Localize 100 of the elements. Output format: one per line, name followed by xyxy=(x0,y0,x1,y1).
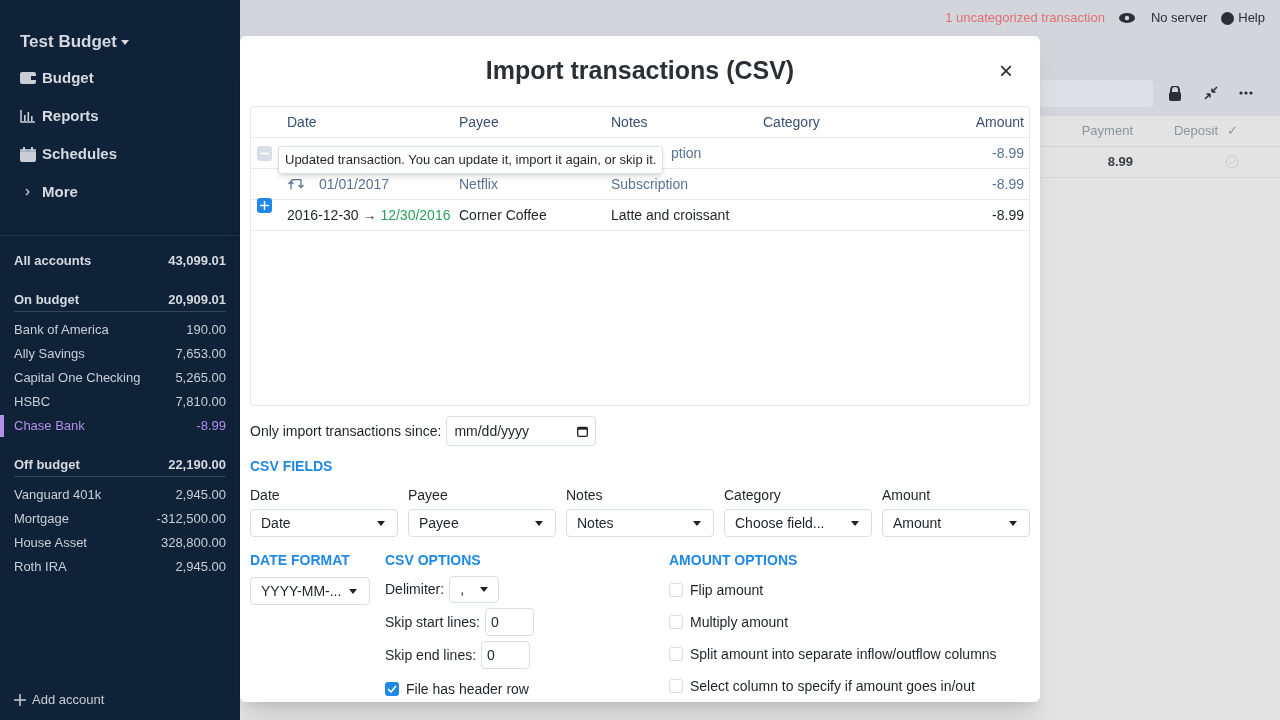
field-label: Only import transactions since: xyxy=(250,421,442,441)
account-name: House Asset xyxy=(14,534,87,553)
select-field[interactable]: Notes xyxy=(566,509,714,537)
account-group-name: All accounts xyxy=(14,252,92,271)
account-row[interactable]: Mortgage -312,500.00 xyxy=(14,507,226,531)
account-row[interactable]: House Asset 328,800.00 xyxy=(14,531,226,555)
account-row[interactable]: Chase Bank -8.99 xyxy=(14,414,226,438)
select-field[interactable]: , xyxy=(449,576,500,603)
account-group-row[interactable]: Off budget 22,190.00 xyxy=(14,453,226,477)
table-cell: Latte and croissant xyxy=(611,206,730,223)
table-cell: ption xyxy=(671,144,702,161)
eye-icon[interactable] xyxy=(1118,13,1135,23)
caret-icon xyxy=(377,520,385,526)
account-group-balance: 22,190.00 xyxy=(168,455,226,474)
checkbox[interactable] xyxy=(669,615,683,629)
checkbox-option[interactable]: Multiply amount xyxy=(669,608,997,636)
account-balance: 328,800.00 xyxy=(160,534,226,553)
account-balance: 190.00 xyxy=(186,321,226,340)
account-group-row[interactable]: All accounts 43,099.01 xyxy=(14,249,226,273)
cleared-icon[interactable] xyxy=(1225,155,1239,169)
help-icon xyxy=(1221,11,1235,25)
account-name: Ally Savings xyxy=(14,345,85,364)
account-group-balance: 43,099.01 xyxy=(168,252,226,271)
checkbox[interactable] xyxy=(669,679,683,693)
field-label: Skip end lines: xyxy=(385,645,477,665)
row-checkbox[interactable] xyxy=(257,146,272,161)
column-header: ✓ xyxy=(1225,122,1239,141)
column-header: Amount xyxy=(974,112,1025,132)
caret-icon xyxy=(120,40,129,45)
table-cell-text: -8.99 xyxy=(991,174,1025,194)
nav-item[interactable]: More xyxy=(20,173,240,211)
lock-icon[interactable] xyxy=(1168,85,1182,101)
account-balance: 7,810.00 xyxy=(175,393,226,412)
account-name: Capital One Checking xyxy=(14,369,141,388)
account-name: Mortgage xyxy=(14,510,69,529)
caret-icon xyxy=(535,520,543,526)
account-row[interactable]: Capital One Checking 5,265.00 xyxy=(14,366,226,390)
account-balance: 2,945.00 xyxy=(175,486,226,505)
checkbox[interactable] xyxy=(669,583,683,597)
checkbox-option[interactable]: Split amount into separate inflow/outflow columns xyxy=(669,640,997,668)
wallet-icon xyxy=(20,71,36,85)
account-row[interactable]: Vanguard 401k 2,945.00 xyxy=(14,483,226,507)
split-arrows-icon xyxy=(288,178,304,190)
server-status[interactable]: No server xyxy=(1150,8,1208,28)
account-group-name: On budget xyxy=(14,290,79,309)
calendar-icon xyxy=(20,146,36,162)
budget-name[interactable]: Test Budget xyxy=(20,28,117,55)
since-input[interactable]: mm/dd/yyyy xyxy=(446,416,597,446)
collapse-icon[interactable] xyxy=(1204,86,1218,100)
section-heading: CSV OPTIONS xyxy=(385,551,482,570)
checkbox[interactable] xyxy=(669,647,683,661)
caret-icon xyxy=(1009,520,1017,526)
account-group-row[interactable]: On budget 20,909.01 xyxy=(14,288,226,312)
calendar-icon xyxy=(577,425,589,437)
select-field[interactable]: Choose field... xyxy=(724,509,872,537)
number-field[interactable]: 0 xyxy=(481,641,531,669)
column-header: Payee xyxy=(459,112,500,132)
select-field[interactable]: Date xyxy=(250,509,398,537)
nav-item[interactable]: Budget xyxy=(20,59,240,97)
row-checkbox[interactable] xyxy=(257,197,272,213)
account-name: Chase Bank xyxy=(14,417,85,436)
caret-icon xyxy=(349,588,357,594)
account-name: HSBC xyxy=(14,393,51,412)
section-heading: DATE FORMAT xyxy=(250,551,351,570)
field-label: Amount xyxy=(882,486,932,505)
caret-icon xyxy=(480,587,489,592)
account-balance: 5,265.00 xyxy=(175,369,226,388)
checkbox-option[interactable]: File has header row xyxy=(385,675,669,702)
tooltip: Updated transaction. You can update it, import it again, or skip it. xyxy=(278,146,664,174)
checkbox-option[interactable]: Flip amount xyxy=(669,576,997,604)
search-field[interactable] xyxy=(1040,79,1153,107)
nav-item[interactable]: Reports xyxy=(20,97,240,135)
account-group-name: Off budget xyxy=(14,455,80,474)
column-header: Category xyxy=(763,112,821,132)
dialog-title: Import transactions (CSV) xyxy=(485,55,795,87)
checkbox-option[interactable]: Select column to specify if amount goes in/out xyxy=(669,672,997,700)
help-button[interactable]: Help xyxy=(1221,8,1265,28)
account-row[interactable]: Ally Savings 7,653.00 xyxy=(14,342,226,366)
table-cell: Subscription xyxy=(611,175,689,192)
account-row[interactable]: Bank of America 190.00 xyxy=(14,318,226,342)
select-field[interactable]: Amount xyxy=(882,509,1030,537)
number-field[interactable]: 0 xyxy=(484,608,534,636)
field-label: Payee xyxy=(408,486,449,505)
account-balance: 2,945.00 xyxy=(175,558,226,577)
checkbox[interactable] xyxy=(385,682,399,696)
field-label: Delimiter: xyxy=(385,580,445,599)
caret-icon xyxy=(693,520,701,526)
bar-chart-icon xyxy=(20,109,36,123)
close-button[interactable]: × xyxy=(998,58,1014,84)
table-cell-text: Netflix xyxy=(459,174,499,194)
more-icon[interactable] xyxy=(1239,91,1253,95)
nav-item[interactable]: Schedules xyxy=(20,135,240,173)
field-label: Skip start lines: xyxy=(385,612,480,632)
add-account-button[interactable]: Add account xyxy=(0,690,240,710)
account-row[interactable]: HSBC 7,810.00 xyxy=(14,390,226,414)
select-field[interactable]: Payee xyxy=(408,509,556,537)
check-icon xyxy=(387,685,397,693)
table-cell-text: 2016-12-30 → 12/30/2016 xyxy=(287,205,451,225)
account-row[interactable]: Roth IRA 2,945.00 xyxy=(14,555,226,579)
select-field[interactable]: YYYY-MM-... xyxy=(250,577,370,605)
